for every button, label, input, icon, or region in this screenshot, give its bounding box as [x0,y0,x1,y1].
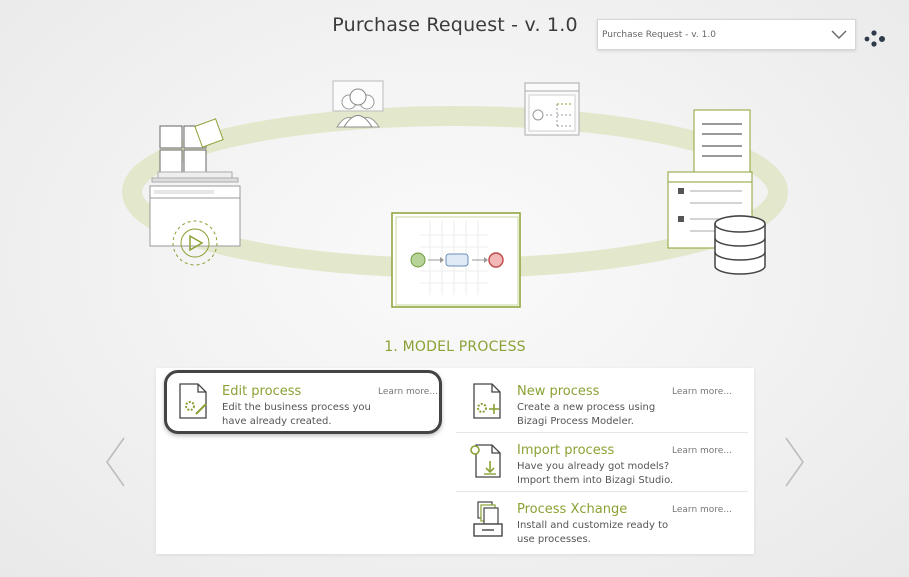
option-description: Have you already got models? Import them… [517,461,674,486]
process-model-icon [391,212,521,308]
option-divider [456,432,748,433]
options-panel: Edit process Edit the business process y… [156,368,754,554]
option-description: Install and customize ready to use proce… [517,520,669,545]
version-select-value: Purchase Request - v. 1.0 [602,30,716,40]
learn-more-link[interactable]: Learn more... [672,505,732,515]
process-xchange-icon [473,501,503,537]
option-import-process[interactable]: Import process Have you already got mode… [470,441,740,495]
version-select[interactable]: Purchase Request - v. 1.0 [597,19,856,50]
option-title: Import process [517,443,615,458]
learn-more-link[interactable]: Learn more... [672,387,732,397]
chevron-down-icon [831,30,847,39]
chevron-left-icon[interactable] [104,436,128,488]
forms-database-icon [667,109,766,275]
people-icon [332,80,384,128]
option-process-xchange[interactable]: Process Xchange Install and customize re… [470,500,740,554]
page-title: Purchase Request - v. 1.0 [332,14,578,36]
form-model-icon [524,82,580,136]
new-process-icon [473,383,501,419]
edit-process-icon [179,383,207,419]
option-edit-process[interactable]: Edit process Edit the business process y… [176,382,440,436]
puzzle-run-icon [149,118,241,266]
chevron-right-icon[interactable] [782,436,806,488]
import-process-icon [470,444,501,478]
learn-more-link[interactable]: Learn more... [672,446,732,456]
option-title: Process Xchange [517,502,628,517]
option-title: New process [517,384,600,399]
option-description: Edit the business process you have alrea… [222,402,371,427]
learn-more-link[interactable]: Learn more... [378,387,438,397]
option-title: Edit process [222,384,302,399]
dots-menu-icon[interactable] [861,28,887,48]
option-description: Create a new process using Bizagi Proces… [517,402,656,427]
option-divider [456,491,748,492]
option-new-process[interactable]: New process Create a new process using B… [470,382,740,436]
step-title: 1. MODEL PROCESS [384,339,526,355]
